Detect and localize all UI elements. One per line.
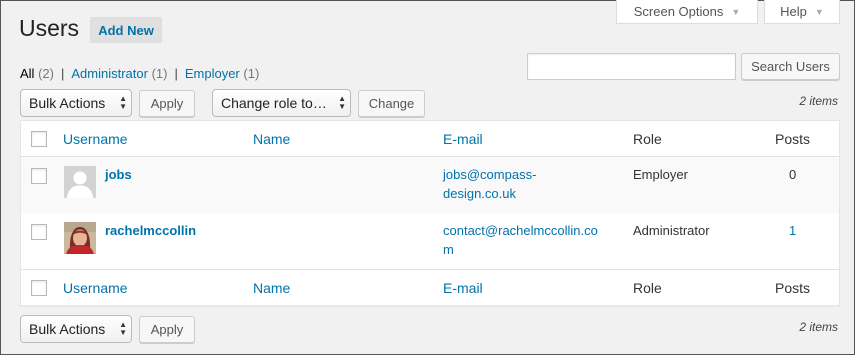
select-all-checkbox[interactable] [31, 280, 47, 296]
column-role: Role [633, 131, 662, 147]
column-name[interactable]: Name [253, 131, 290, 147]
column-role: Role [633, 280, 662, 296]
username-link[interactable]: rachelmccollin [105, 221, 196, 240]
email-line: contact@rachelmccollin.co [443, 223, 598, 238]
email-line: m [443, 242, 454, 257]
add-new-button[interactable]: Add New [90, 17, 162, 43]
search-users-button[interactable]: Search Users [741, 53, 840, 80]
select-arrows-icon: ▲ ▼ [119, 94, 127, 111]
email-link[interactable]: jobs@compass- design.co.uk [443, 165, 536, 203]
row-checkbox[interactable] [31, 224, 47, 240]
table-footer: Username Name E-mail Role Posts [21, 269, 839, 305]
apply-button[interactable]: Apply [139, 90, 195, 117]
filter-all[interactable]: All (2) [20, 66, 54, 81]
column-email[interactable]: E-mail [443, 131, 483, 147]
bulk-actions-select-bottom[interactable]: Bulk Actions ▲ ▼ [20, 315, 132, 343]
filter-administrator-count: (1) [151, 66, 168, 81]
bulk-actions-value: Bulk Actions [29, 321, 106, 337]
caret-down-icon: ▼ [731, 6, 741, 17]
separator: | [60, 66, 65, 81]
filter-employer-label[interactable]: Employer [185, 66, 240, 81]
bulk-actions-value: Bulk Actions [29, 95, 106, 111]
column-email[interactable]: E-mail [443, 280, 483, 296]
select-arrows-icon: ▲ ▼ [338, 94, 346, 111]
row-checkbox[interactable] [31, 168, 47, 184]
page-title: Users [19, 15, 80, 41]
help-label: Help [780, 4, 807, 19]
role-filter-links: All (2) | Administrator (1) | Employer (… [20, 66, 259, 81]
role-value: Employer [633, 167, 688, 182]
screen-options-label: Screen Options [633, 4, 724, 19]
email-line: design.co.uk [443, 186, 516, 201]
filter-all-label: All [20, 66, 35, 81]
email-link[interactable]: contact@rachelmccollin.co m [443, 221, 598, 259]
screen-options-tab[interactable]: Screen Options ▼ [616, 0, 758, 24]
select-arrows-icon: ▲ ▼ [119, 320, 127, 337]
separator: | [174, 66, 178, 81]
bulk-actions-select[interactable]: Bulk Actions ▲ ▼ [20, 89, 132, 117]
username-link[interactable]: jobs [105, 165, 132, 184]
change-role-select[interactable]: Change role to… ▲ ▼ [212, 89, 351, 117]
filter-employer-count: (1) [243, 66, 260, 81]
help-tab[interactable]: Help ▼ [764, 0, 840, 24]
column-username[interactable]: Username [63, 280, 128, 296]
column-posts: Posts [775, 131, 811, 147]
column-posts: Posts [775, 280, 811, 296]
table-row: rachelmccollin contact@rachelmccollin.co… [21, 213, 839, 269]
posts-count-link[interactable]: 1 [789, 221, 796, 240]
filter-all-count: (2) [38, 66, 54, 81]
users-table: Username Name E-mail Role Posts jobs job… [20, 120, 840, 306]
email-line: jobs@compass- [443, 167, 537, 182]
filter-administrator[interactable]: Administrator (1) [71, 66, 167, 81]
table-header: Username Name E-mail Role Posts [21, 121, 839, 157]
items-count-bottom: 2 items [799, 320, 838, 334]
filter-administrator-label[interactable]: Administrator [71, 66, 148, 81]
table-row: jobs jobs@compass- design.co.uk Employer… [21, 157, 839, 213]
column-username[interactable]: Username [63, 131, 128, 147]
change-button[interactable]: Change [358, 90, 425, 117]
items-count: 2 items [799, 94, 838, 108]
caret-down-icon: ▼ [814, 6, 824, 17]
select-all-checkbox[interactable] [31, 131, 47, 147]
change-role-value: Change role to… [221, 95, 327, 111]
filter-employer[interactable]: Employer (1) [185, 66, 259, 81]
column-name[interactable]: Name [253, 280, 290, 296]
user-photo-avatar [64, 222, 96, 254]
apply-button-bottom[interactable]: Apply [139, 316, 195, 343]
posts-count: 0 [789, 167, 797, 182]
search-input[interactable] [527, 53, 736, 80]
default-avatar-icon [64, 166, 96, 198]
role-value: Administrator [633, 223, 710, 238]
